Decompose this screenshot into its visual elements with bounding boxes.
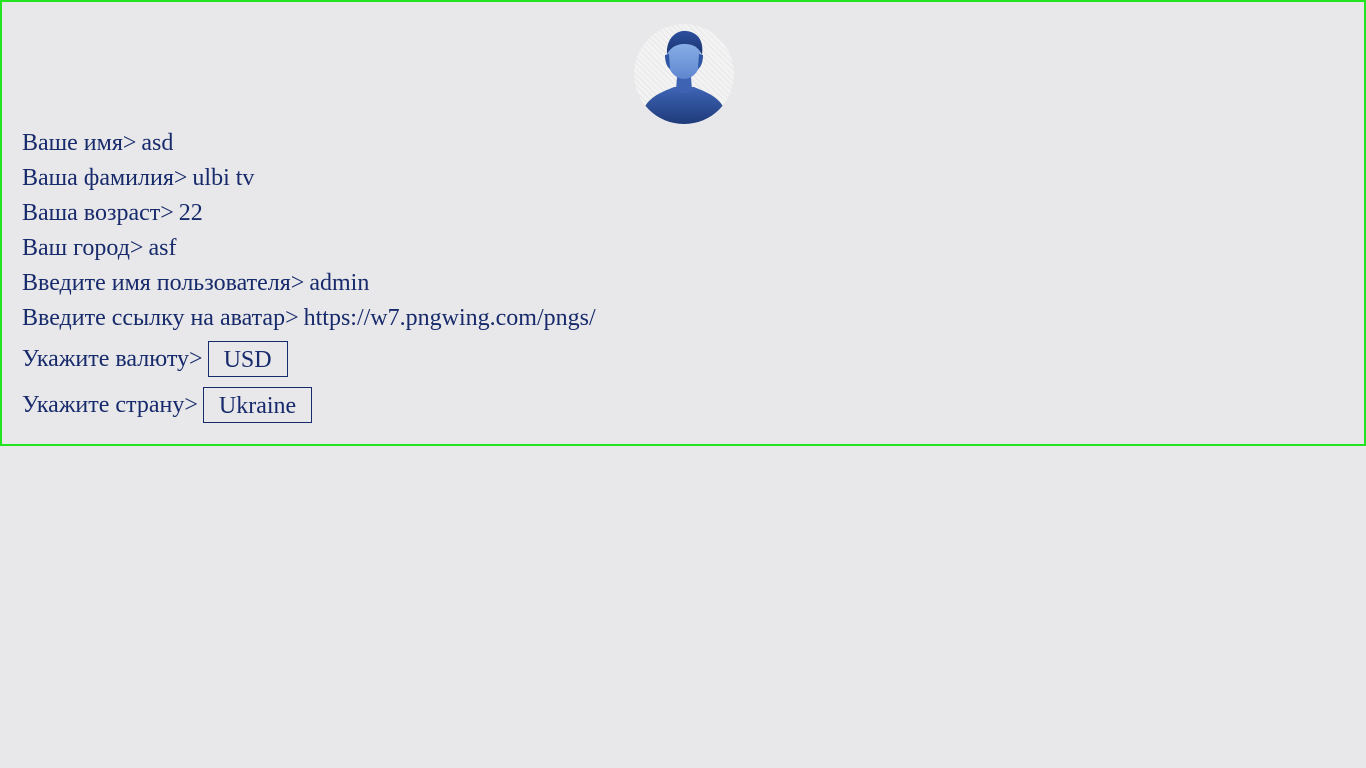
age-label: Ваша возраст>	[22, 200, 174, 226]
avatar-url-input[interactable]	[303, 301, 599, 336]
currency-row: Укажите валюту> USD	[22, 336, 1342, 382]
first-name-input[interactable]	[141, 126, 442, 161]
profile-card: Ваше имя> Ваша фамилия> Ваша возраст> Ва…	[0, 0, 1366, 446]
age-row: Ваша возраст>	[22, 196, 1342, 231]
first-name-label: Ваше имя>	[22, 130, 137, 156]
avatar-url-row: Введите ссылку на аватар>	[22, 301, 1342, 336]
city-input[interactable]	[148, 231, 449, 266]
last-name-row: Ваша фамилия>	[22, 161, 1342, 196]
username-row: Введите имя пользователя>	[22, 266, 1342, 301]
country-label: Укажите страну>	[22, 391, 198, 418]
currency-select[interactable]: USD	[207, 341, 288, 377]
first-name-row: Ваше имя>	[22, 126, 1342, 161]
last-name-input[interactable]	[192, 161, 493, 196]
username-input[interactable]	[309, 266, 610, 301]
avatar	[634, 24, 734, 124]
last-name-label: Ваша фамилия>	[22, 165, 188, 191]
profile-form: Ваше имя> Ваша фамилия> Ваша возраст> Ва…	[22, 126, 1342, 428]
currency-label: Укажите валюту>	[22, 345, 203, 372]
country-select[interactable]: Ukraine	[202, 387, 313, 423]
username-label: Введите имя пользователя>	[22, 270, 305, 296]
avatar-url-label: Введите ссылку на аватар>	[22, 305, 299, 331]
city-label: Ваш город>	[22, 235, 144, 261]
city-row: Ваш город>	[22, 231, 1342, 266]
age-input[interactable]	[178, 196, 479, 231]
person-silhouette-icon	[642, 30, 726, 124]
country-row: Укажите страну> Ukraine	[22, 382, 1342, 428]
